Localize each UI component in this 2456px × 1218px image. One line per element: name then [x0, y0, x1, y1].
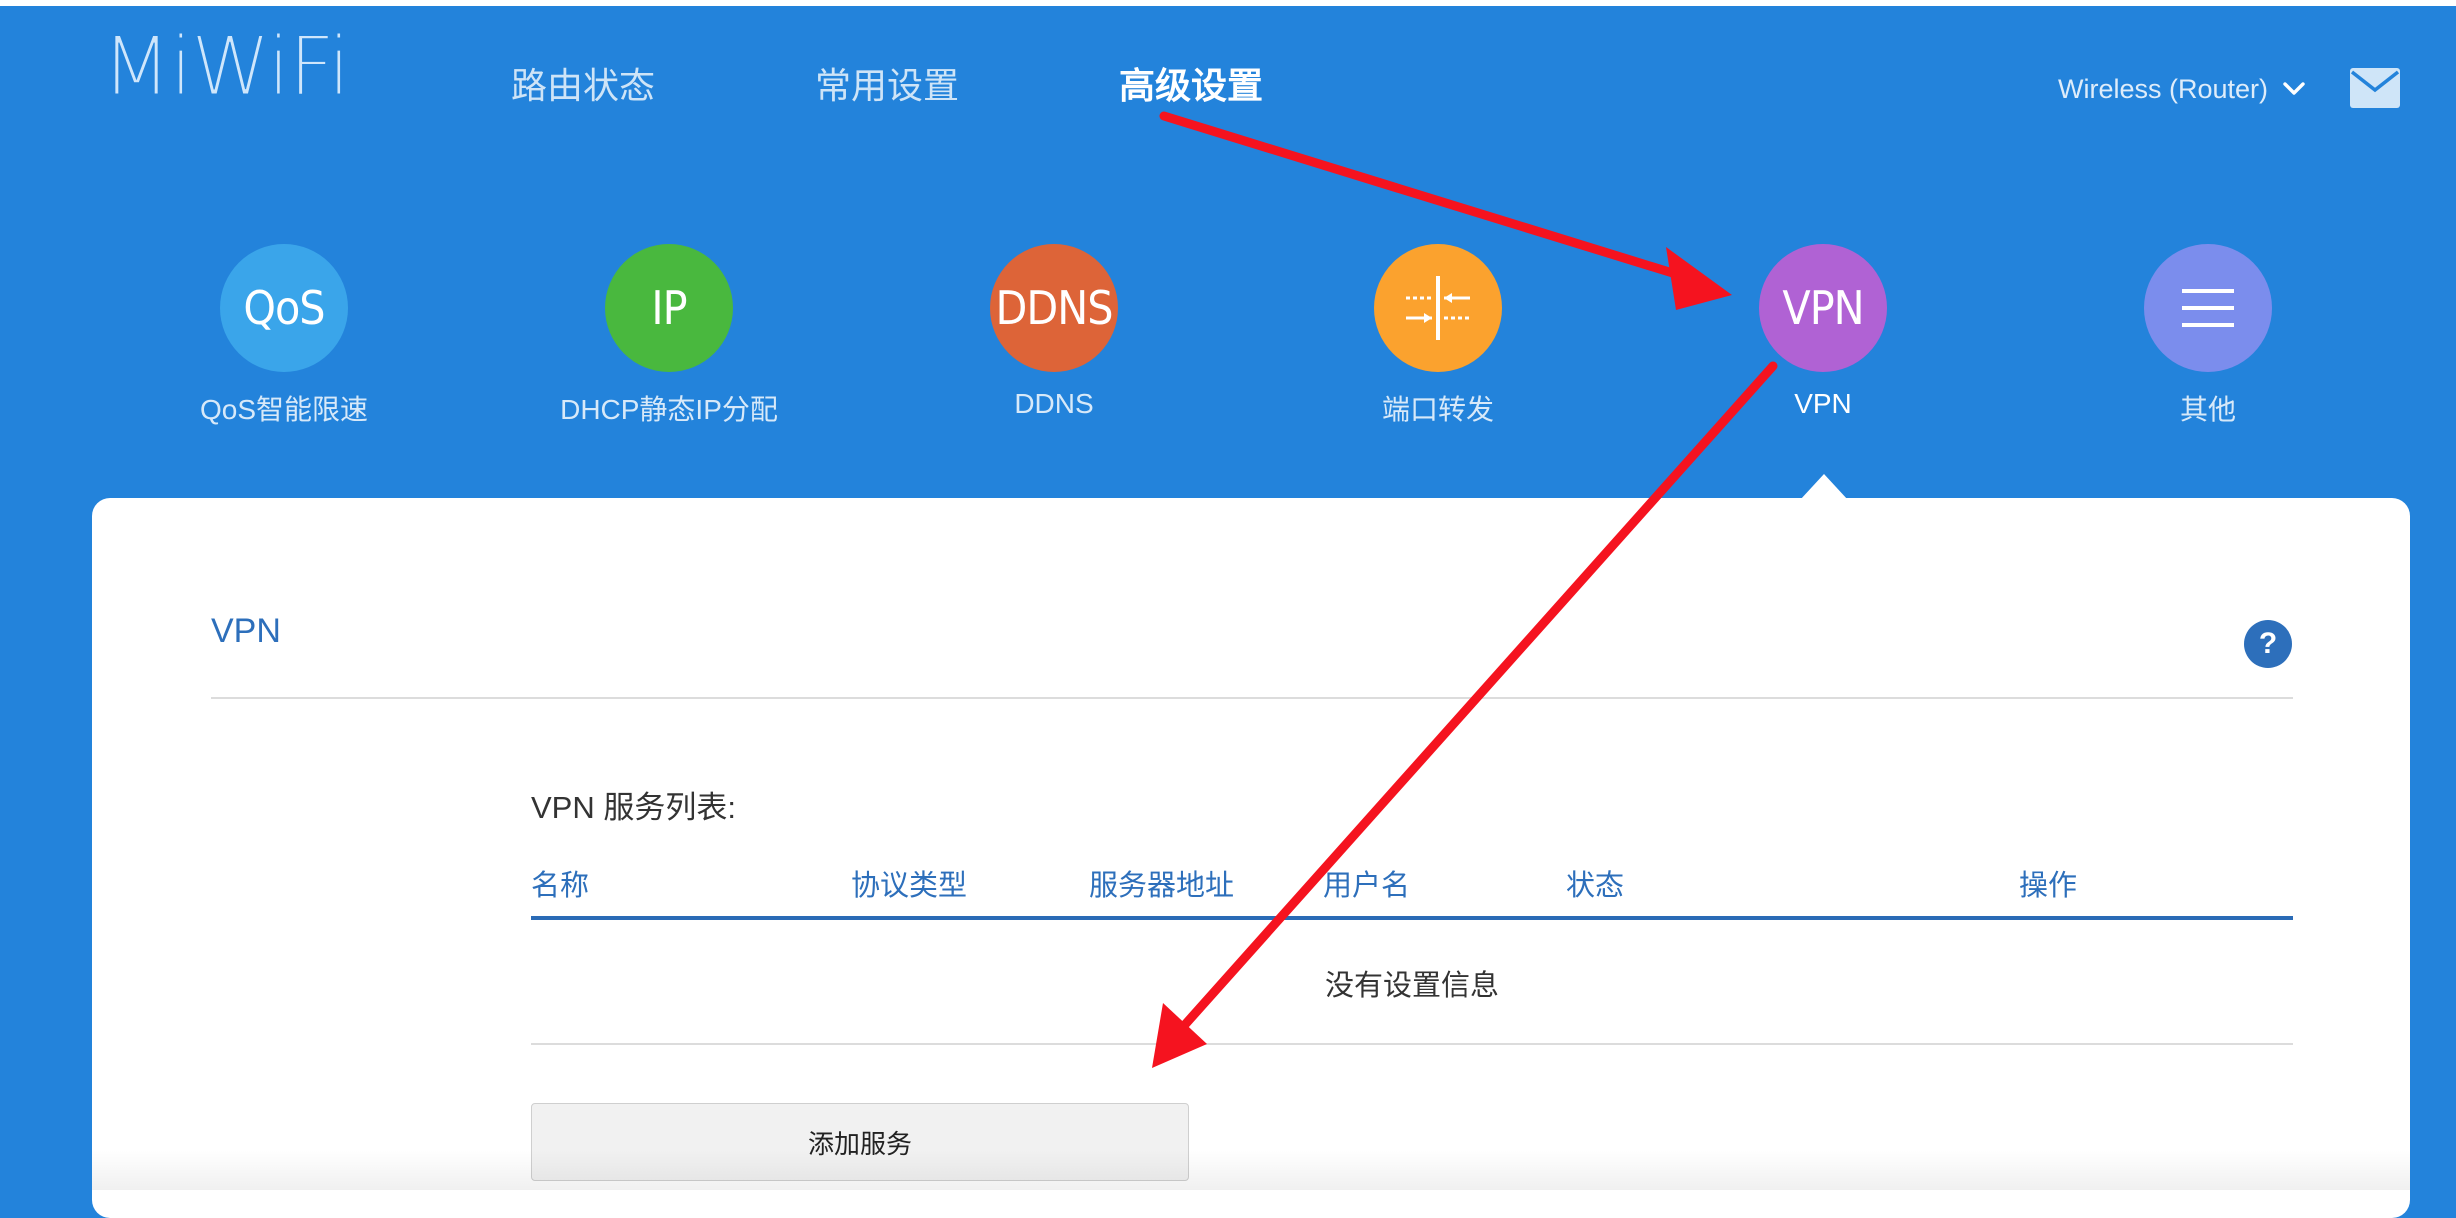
port-forward-icon	[1374, 244, 1502, 372]
nav-router-status[interactable]: 路由状态	[511, 58, 655, 114]
nav-common-settings[interactable]: 常用设置	[815, 58, 959, 114]
mail-icon[interactable]	[2350, 68, 2400, 108]
divider	[211, 697, 2293, 699]
feature-port-forward-label: 端口转发	[1381, 394, 1494, 425]
column-header-status: 状态	[1566, 870, 1625, 902]
feature-ddns[interactable]: DDNS DDNS	[904, 244, 1204, 434]
device-label: Wireless (Router)	[2058, 73, 2269, 104]
feature-ddns-label: DDNS	[1014, 388, 1094, 419]
device-selector[interactable]: Wireless (Router)	[2058, 66, 2306, 112]
help-icon[interactable]: ?	[2244, 620, 2292, 668]
feature-vpn[interactable]: VPN VPN	[1673, 244, 1973, 434]
feature-dhcp-label: DHCP静态IP分配	[560, 394, 778, 425]
qos-icon: QoS	[220, 244, 348, 372]
feature-qos[interactable]: QoS QoS智能限速	[134, 244, 434, 434]
feature-qos-label: QoS智能限速	[199, 394, 369, 425]
ddns-icon: DDNS	[990, 244, 1118, 372]
feature-vpn-label: VPN	[1794, 388, 1852, 419]
vpn-icon: VPN	[1759, 244, 1887, 372]
table-header-underline	[531, 916, 2293, 920]
feature-other[interactable]: 其他	[2058, 244, 2358, 434]
top-strip	[0, 0, 2456, 6]
vpn-panel	[92, 498, 2410, 1218]
miwifi-logo: MiWiFi	[102, 20, 351, 113]
nav-advanced-settings[interactable]: 高级设置	[1119, 58, 1263, 114]
feature-dhcp-static-ip[interactable]: IP DHCP静态IP分配	[519, 244, 819, 434]
feature-port-forward[interactable]: 端口转发	[1288, 244, 1588, 434]
add-service-button[interactable]: 添加服务	[531, 1103, 1189, 1181]
panel-title: VPN	[211, 612, 281, 650]
ip-icon: IP	[605, 244, 733, 372]
column-header-username: 用户名	[1323, 870, 1411, 902]
column-header-server: 服务器地址	[1089, 870, 1235, 902]
table-row-divider	[531, 1043, 2293, 1045]
chevron-down-icon	[2283, 82, 2305, 95]
column-header-protocol: 协议类型	[851, 870, 968, 902]
menu-icon	[2144, 244, 2272, 372]
column-header-name: 名称	[531, 870, 590, 902]
feature-other-label: 其他	[2179, 394, 2236, 425]
vpn-list-title: VPN 服务列表:	[531, 790, 736, 825]
column-header-actions: 操作	[2019, 870, 2078, 902]
active-tab-pointer	[1800, 474, 1848, 500]
empty-table-message: 没有设置信息	[1324, 970, 1499, 1002]
